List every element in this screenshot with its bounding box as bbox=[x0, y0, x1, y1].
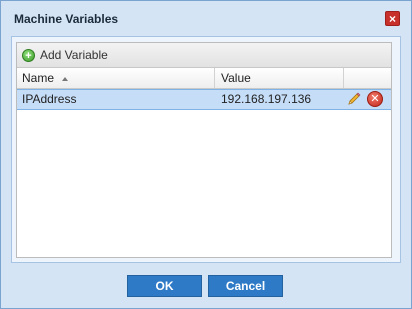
column-header-value-label: Value bbox=[221, 71, 251, 85]
column-header-actions bbox=[344, 68, 391, 88]
plus-circle-icon: + bbox=[22, 48, 35, 62]
ok-button[interactable]: OK bbox=[127, 275, 202, 297]
edit-icon[interactable] bbox=[346, 91, 362, 107]
close-button[interactable]: × bbox=[385, 11, 400, 26]
grid-toolbar: + Add Variable bbox=[17, 43, 391, 68]
variable-name-cell: IPAddress bbox=[22, 92, 77, 106]
delete-icon[interactable]: ✕ bbox=[367, 91, 383, 107]
variable-value-cell: 192.168.197.136 bbox=[221, 92, 312, 106]
dialog-title: Machine Variables bbox=[14, 12, 119, 26]
column-header-name-label: Name bbox=[22, 71, 55, 85]
column-header-value[interactable]: Value bbox=[215, 68, 344, 88]
cancel-button[interactable]: Cancel bbox=[208, 275, 283, 297]
title-bar: Machine Variables × bbox=[1, 1, 411, 36]
column-header-name[interactable]: Name bbox=[17, 68, 215, 88]
sort-ascending-icon bbox=[62, 76, 69, 81]
table-row[interactable]: IPAddress 192.168.197.136 ✕ bbox=[17, 89, 391, 110]
add-variable-button[interactable]: + Add Variable bbox=[22, 46, 108, 64]
variables-grid: + Add Variable Name Value IPAddress 192.… bbox=[16, 42, 392, 258]
grid-header: Name Value bbox=[17, 68, 391, 89]
add-variable-label: Add Variable bbox=[40, 48, 108, 62]
